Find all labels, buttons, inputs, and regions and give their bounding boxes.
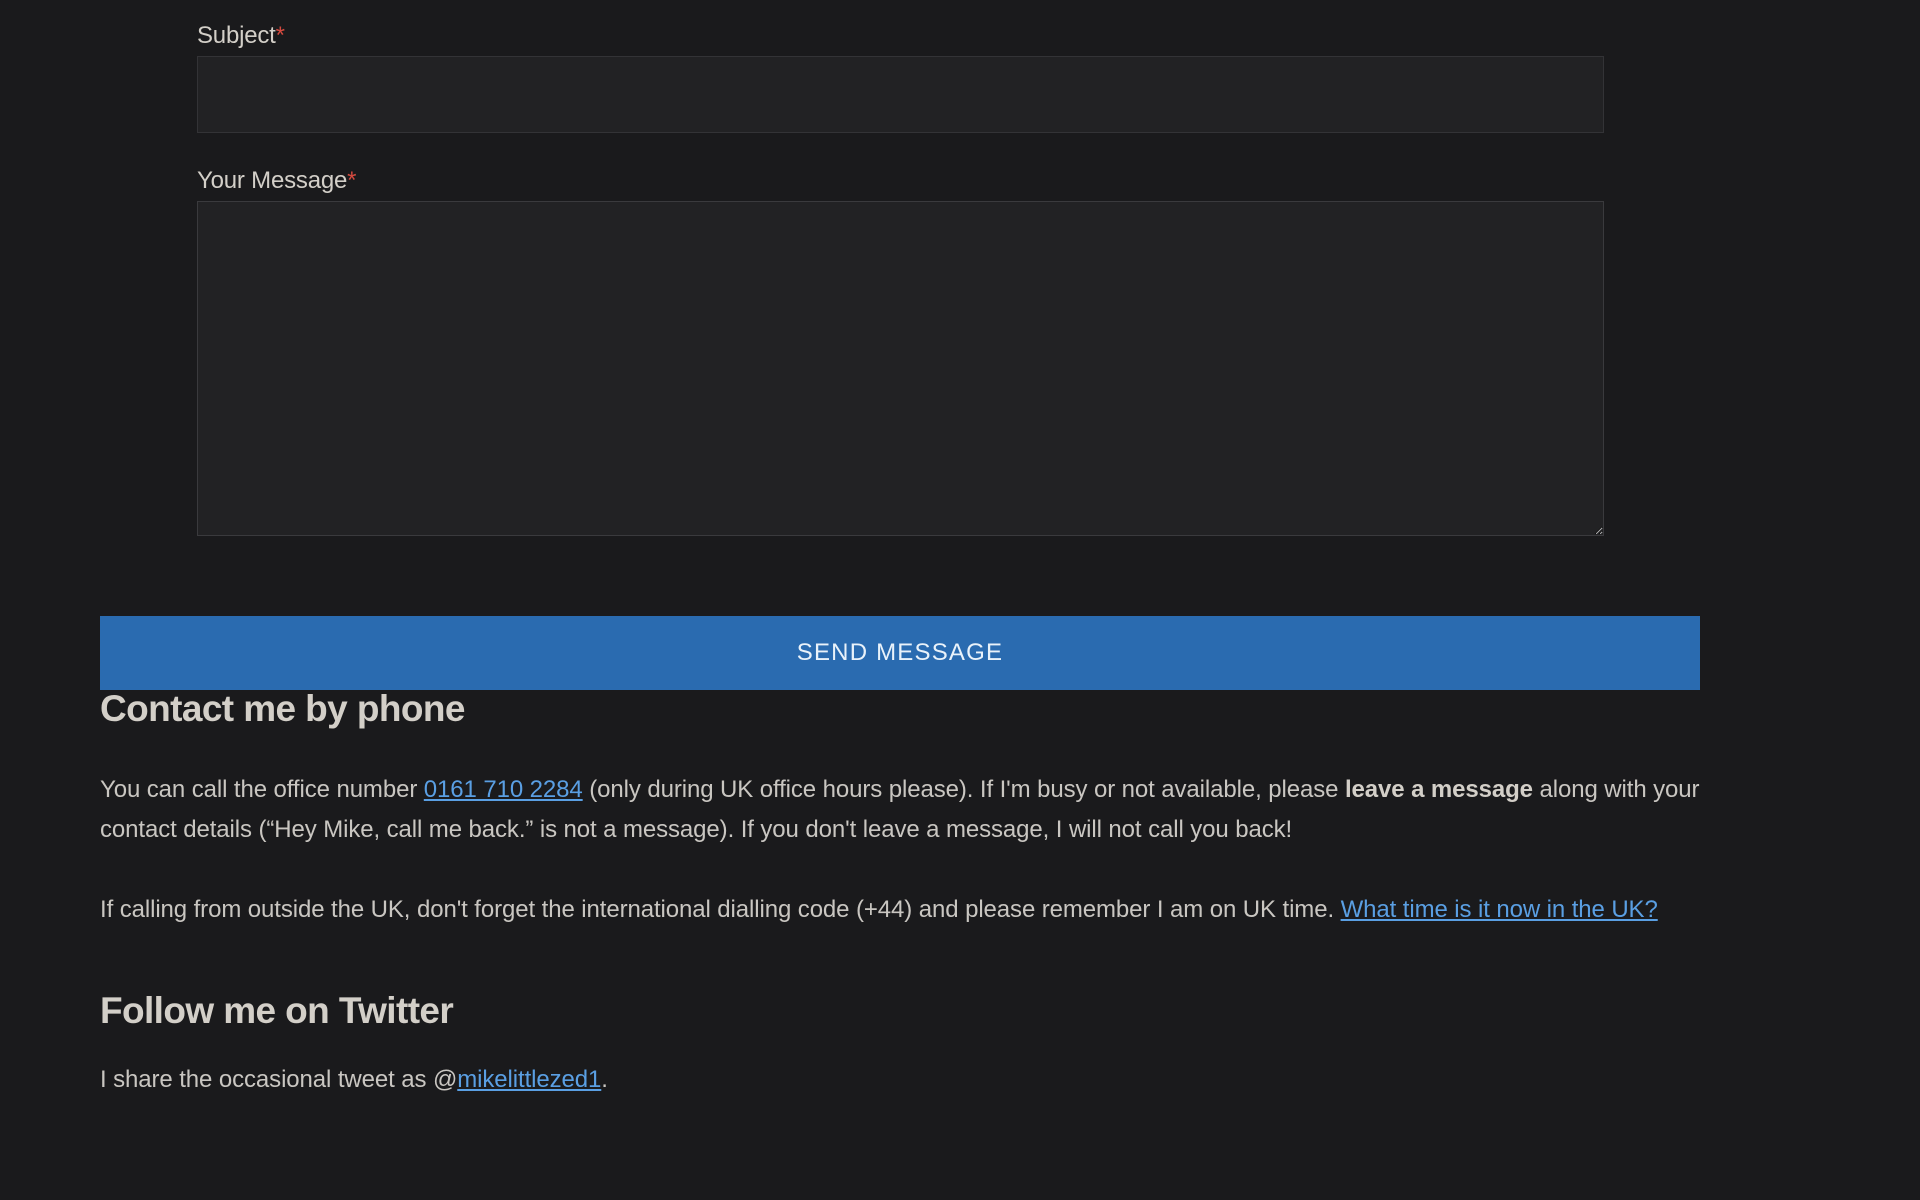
required-mark: *	[347, 167, 356, 194]
subject-field[interactable]	[197, 56, 1604, 133]
subject-label-text: Subject	[197, 22, 276, 49]
twitter-handle-link[interactable]: mikelittlezed1	[457, 1066, 601, 1093]
message-field[interactable]	[197, 201, 1604, 536]
phone-p1-b: (only during UK office hours please). If…	[583, 776, 1345, 803]
phone-p1-a: You can call the office number	[100, 776, 424, 803]
twitter-paragraph: I share the occasional tweet as @mikelit…	[100, 1060, 1700, 1100]
message-label: Your Message*	[197, 167, 1604, 195]
uk-time-link[interactable]: What time is it now in the UK?	[1341, 896, 1658, 923]
phone-heading: Contact me by phone	[100, 688, 1700, 730]
phone-paragraph-1: You can call the office number 0161 710 …	[100, 770, 1700, 850]
leave-message-bold: leave a message	[1345, 776, 1533, 803]
subject-label: Subject*	[197, 22, 1604, 50]
twitter-p-b: .	[601, 1066, 608, 1093]
phone-p2-a: If calling from outside the UK, don't fo…	[100, 896, 1341, 923]
twitter-heading: Follow me on Twitter	[100, 990, 1700, 1032]
required-mark: *	[276, 22, 285, 49]
send-message-button[interactable]: SEND MESSAGE	[100, 616, 1700, 690]
phone-number-link[interactable]: 0161 710 2284	[424, 776, 583, 803]
message-label-text: Your Message	[197, 167, 347, 194]
twitter-p-a: I share the occasional tweet as @	[100, 1066, 457, 1093]
phone-paragraph-2: If calling from outside the UK, don't fo…	[100, 890, 1700, 930]
